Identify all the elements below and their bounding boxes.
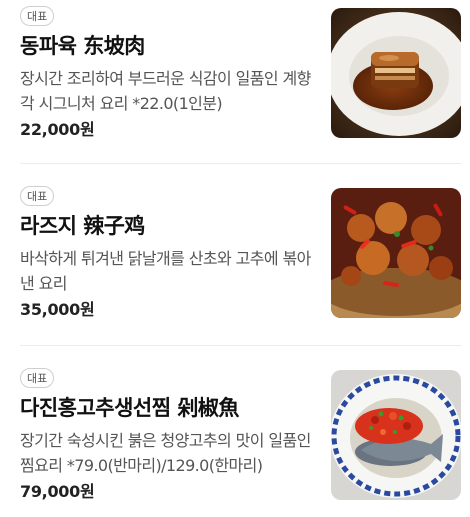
braised-pork-photo: [331, 8, 461, 138]
menu-item-name: 동파육 东坡肉: [20, 34, 145, 58]
menu-item-description: 장기간 숙성시킨 붉은 청양고추의 맛이 일품인 찜요리 *79.0(반마리)/…: [20, 431, 311, 475]
menu-item-dongpo-pork[interactable]: 대표 동파육 东坡肉 장시간 조리하여 부드러운 식감이 일품인 계향각 시그니…: [20, 6, 461, 139]
signature-badge: 대표: [20, 368, 55, 388]
menu-item-name: 다진홍고추생선찜 剁椒魚: [20, 396, 239, 420]
menu-item-description: 바삭하게 튀겨낸 닭날개를 산초와 고추에 볶아낸 요리: [20, 249, 311, 293]
steamed-fish-chili-photo-icon[interactable]: [331, 370, 461, 500]
menu-item-price: 35,000원: [20, 300, 95, 319]
menu-item-steamed-fish[interactable]: 대표 다진홍고추생선찜 剁椒魚 장기간 숙성시킨 붉은 청양고추의 맛이 일품인…: [20, 368, 461, 501]
menu-item-price: 22,000원: [20, 120, 95, 139]
menu-item-price: 79,000원: [20, 482, 95, 501]
menu-item-description: 장시간 조리하여 부드러운 식감이 일품인 계향각 시그니처 요리 *22.0(…: [20, 69, 311, 113]
spicy-chicken-photo: [331, 188, 461, 318]
divider: [20, 345, 461, 346]
braised-pork-photo-icon[interactable]: [331, 8, 461, 138]
signature-badge: 대표: [20, 6, 55, 26]
menu-item-la-zi-ji[interactable]: 대표 라즈지 辣子鸡 바삭하게 튀겨낸 닭날개를 산초와 고추에 볶아낸 요리 …: [20, 186, 461, 319]
signature-badge: 대표: [20, 186, 55, 206]
menu-item-name: 라즈지 辣子鸡: [20, 214, 145, 238]
steamed-fish-photo: [331, 370, 461, 500]
spicy-chicken-photo-icon[interactable]: [331, 188, 461, 318]
divider: [20, 163, 461, 164]
